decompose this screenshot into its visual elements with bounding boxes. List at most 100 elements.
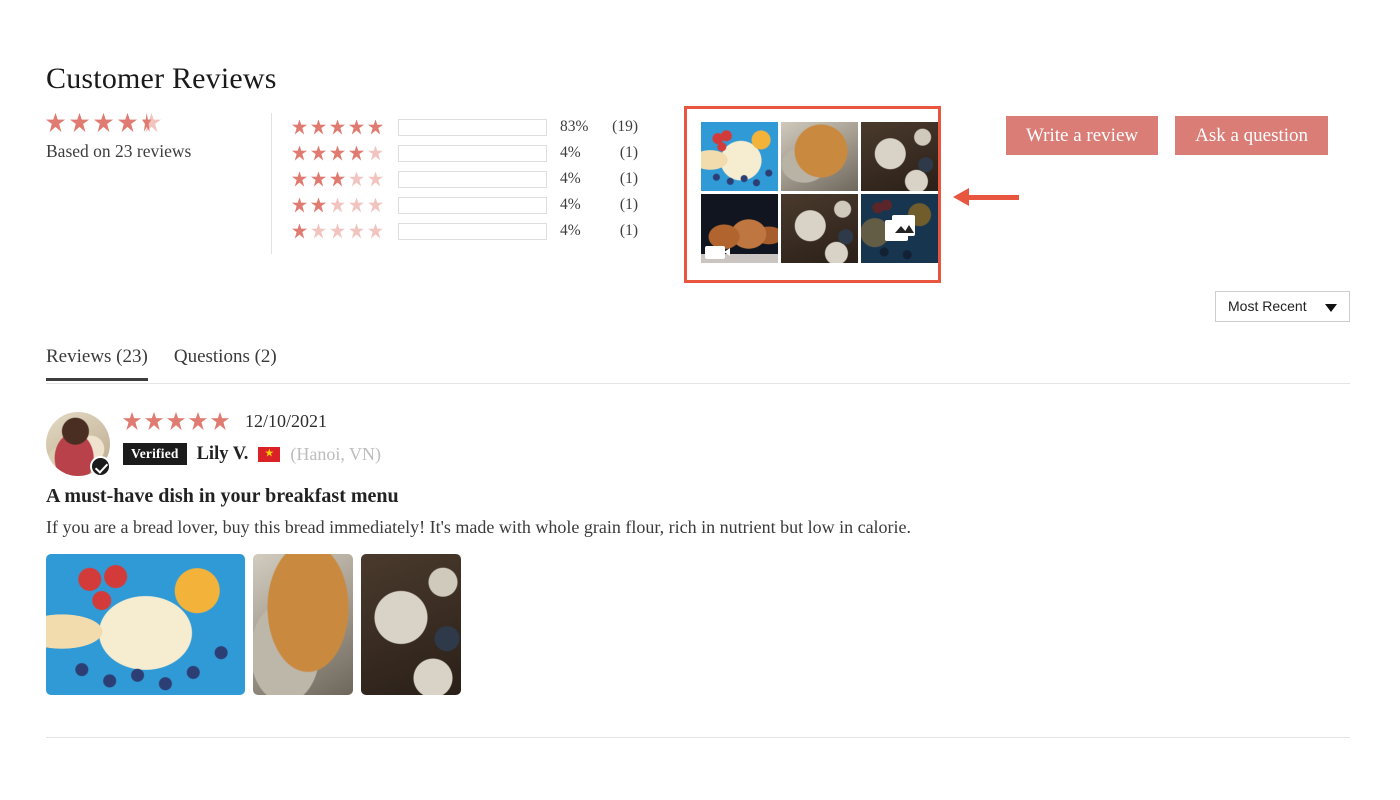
star-filled [292, 145, 307, 161]
histogram-bar-2 [398, 196, 547, 214]
write-a-review-button[interactable]: Write a review [1006, 116, 1159, 155]
star-filled [349, 119, 364, 135]
summary-divider [271, 113, 272, 254]
gallery-thumbnail-video[interactable] [701, 194, 778, 263]
histogram-count-5: (19) [612, 118, 638, 135]
verified-check-icon [90, 456, 111, 477]
star-empty [349, 223, 364, 239]
reviewer-name: Lily V. [196, 443, 249, 464]
rating-histogram: 83% (19) 4% (1) 4% (1) 4% (1) 4% (1) [292, 114, 638, 244]
review-divider [46, 737, 1350, 738]
avatar [46, 412, 111, 477]
star-filled [311, 171, 326, 187]
histogram-percent-1: 4% [560, 222, 581, 239]
review-date: 12/10/2021 [245, 410, 328, 431]
reviewer-row: Verified Lily V. (Hanoi, VN) [123, 440, 381, 468]
histogram-count-3: (1) [619, 170, 638, 187]
histogram-count-1: (1) [619, 222, 638, 239]
reviews-questions-tabs: Reviews (23) Questions (2) [46, 346, 1350, 384]
review-title: A must-have dish in your breakfast menu [46, 485, 399, 507]
review-photo-braided-bread[interactable] [253, 554, 353, 695]
star-filled [311, 197, 326, 213]
stacked-photos-icon [884, 215, 915, 242]
review-rating-row: 12/10/2021 [123, 407, 381, 435]
star-filled [330, 119, 345, 135]
star-empty [368, 197, 383, 213]
histogram-bar-4 [398, 144, 547, 162]
histogram-percent-3: 4% [560, 170, 581, 187]
star-filled [94, 113, 113, 132]
page-title: Customer Reviews [46, 62, 277, 95]
histogram-bar-5 [398, 118, 547, 136]
verified-badge: Verified [123, 443, 187, 465]
star-filled [349, 145, 364, 161]
chevron-down-icon [1325, 304, 1337, 312]
star-filled [211, 412, 229, 430]
histogram-stars-2 [292, 197, 398, 213]
review-photo-toast-face[interactable] [46, 554, 245, 695]
star-half [142, 113, 161, 132]
histogram-stars-4 [292, 145, 398, 161]
star-filled [292, 197, 307, 213]
star-empty [349, 171, 364, 187]
star-empty [330, 223, 345, 239]
star-filled [145, 412, 163, 430]
media-gallery [701, 122, 938, 263]
gallery-thumbnail-braided-bread[interactable] [781, 122, 858, 191]
star-filled [123, 412, 141, 430]
histogram-percent-2: 4% [560, 196, 581, 213]
star-empty [311, 223, 326, 239]
histogram-row-2[interactable]: 4% (1) [292, 192, 638, 218]
star-empty [368, 171, 383, 187]
gallery-thumbnail-breakfast-bowl-2[interactable] [781, 194, 858, 263]
review-photos [46, 554, 461, 695]
histogram-percent-4: 4% [560, 144, 581, 161]
gallery-thumbnail-more-media[interactable] [861, 194, 938, 263]
review-header: 12/10/2021 Verified Lily V. (Hanoi, VN) [123, 407, 381, 468]
star-empty [368, 223, 383, 239]
based-on-reviews-text: Based on 23 reviews [46, 141, 192, 161]
star-empty [330, 197, 345, 213]
star-filled [311, 145, 326, 161]
star-filled [46, 113, 65, 132]
annotation-arrow-icon [953, 188, 1019, 206]
media-gallery-highlight-box [684, 106, 941, 283]
histogram-row-5[interactable]: 83% (19) [292, 114, 638, 140]
rating-summary: Based on 23 reviews [46, 113, 261, 162]
tab-reviews[interactable]: Reviews (23) [46, 346, 148, 381]
star-filled [189, 412, 207, 430]
country-flag-icon [258, 446, 281, 462]
star-filled [292, 171, 307, 187]
star-filled [292, 223, 307, 239]
more-media-overlay [861, 194, 938, 263]
star-empty [349, 197, 364, 213]
video-camera-icon [705, 246, 730, 259]
histogram-percent-5: 83% [560, 118, 589, 135]
star-filled [118, 113, 137, 132]
star-filled [311, 119, 326, 135]
histogram-count-4: (1) [619, 144, 638, 161]
gallery-thumbnail-breakfast-bowl[interactable] [861, 122, 938, 191]
sort-dropdown[interactable]: Most Recent [1215, 291, 1350, 322]
sort-selected-value: Most Recent [1228, 298, 1307, 314]
customer-reviews-page: Customer Reviews Based on 23 reviews 83%… [0, 0, 1400, 800]
review-photo-breakfast-bowl[interactable] [361, 554, 461, 695]
histogram-row-4[interactable]: 4% (1) [292, 140, 638, 166]
star-filled [368, 119, 383, 135]
star-filled [167, 412, 185, 430]
histogram-row-3[interactable]: 4% (1) [292, 166, 638, 192]
histogram-stars-3 [292, 171, 398, 187]
gallery-thumbnail-toast-face[interactable] [701, 122, 778, 191]
tab-questions[interactable]: Questions (2) [174, 346, 277, 380]
star-filled [330, 171, 345, 187]
star-filled [70, 113, 89, 132]
histogram-count-2: (1) [619, 196, 638, 213]
histogram-bar-3 [398, 170, 547, 188]
review-stars [123, 412, 233, 430]
histogram-row-1[interactable]: 4% (1) [292, 218, 638, 244]
reviewer-location: (Hanoi, VN) [290, 443, 382, 464]
ask-a-question-button[interactable]: Ask a question [1175, 116, 1329, 155]
star-filled [330, 145, 345, 161]
histogram-bar-1 [398, 222, 547, 240]
review-actions: Write a review Ask a question [1006, 116, 1329, 155]
